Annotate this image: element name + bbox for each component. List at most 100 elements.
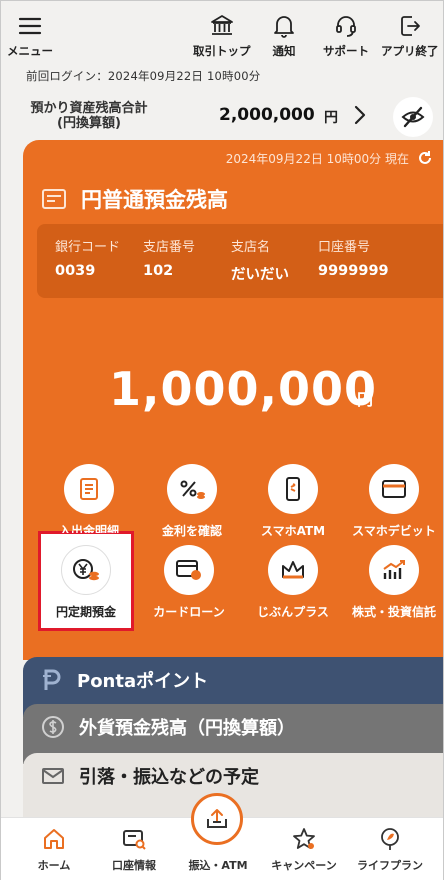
card-loan-circle bbox=[164, 545, 214, 595]
total-assets-label-line2: (円換算額) bbox=[57, 116, 121, 131]
card-loan-icon bbox=[176, 560, 201, 580]
nav-transfer-atm-label: 振込・ATM bbox=[188, 859, 248, 872]
transaction-history-button[interactable]: 入出金明細 bbox=[41, 464, 137, 539]
schedule-label: 引落・振込などの予定 bbox=[79, 767, 259, 788]
smartphone-debit-button[interactable]: スマホデビット bbox=[346, 464, 442, 539]
account-search-icon bbox=[123, 830, 146, 850]
smartphone-atm-circle bbox=[268, 464, 318, 514]
branch-no-label: 支店番号 bbox=[143, 240, 196, 255]
stocks-funds-label: 株式・投資信託 bbox=[351, 605, 436, 619]
branch-no-col: 支店番号 102 bbox=[143, 236, 195, 279]
card-loan-label: カードローン bbox=[153, 605, 225, 619]
nav-home-label: ホーム bbox=[37, 859, 71, 872]
percent-coin-icon bbox=[180, 480, 205, 499]
time-deposit-circle bbox=[61, 545, 111, 595]
transaction-history-label: 入出金明細 bbox=[58, 524, 119, 538]
exit-icon bbox=[400, 16, 420, 36]
statement-icon bbox=[80, 478, 98, 500]
envelope-icon bbox=[42, 768, 64, 784]
yen-coin-icon bbox=[73, 559, 99, 581]
fx-row: 外貨預金残高（円換算額） bbox=[41, 714, 295, 740]
total-assets-label: 預かり資産残高合計 (円換算額) bbox=[23, 101, 155, 131]
branch-name-value: だいだい bbox=[231, 267, 289, 283]
headset-icon bbox=[336, 16, 356, 37]
stocks-funds-circle bbox=[369, 545, 419, 595]
ponta-p-icon bbox=[43, 669, 61, 690]
chart-up-icon bbox=[383, 560, 405, 579]
hide-balance-button[interactable] bbox=[393, 97, 433, 137]
bank-icon bbox=[210, 15, 233, 35]
refresh-icon[interactable] bbox=[417, 150, 433, 166]
hamburger-icon bbox=[18, 17, 42, 35]
nav-life-plan-label: ライフプラン bbox=[357, 859, 423, 872]
notification-label: 通知 bbox=[272, 44, 296, 58]
menu-button[interactable]: メニュー bbox=[7, 13, 53, 59]
nav-account-info[interactable]: 口座情報 bbox=[89, 826, 179, 873]
balance-amount: 1,000,000 bbox=[109, 362, 377, 416]
smartphone-debit-circle bbox=[369, 464, 419, 514]
account-title: 円普通預金残高 bbox=[41, 184, 228, 214]
support-button[interactable]: サポート bbox=[323, 13, 369, 59]
nav-campaign-label: キャンペーン bbox=[271, 859, 337, 872]
transfer-atm-fab[interactable] bbox=[191, 793, 243, 845]
total-assets-label-line1: 預かり資産残高合計 bbox=[30, 101, 148, 116]
chevron-right-icon[interactable] bbox=[353, 105, 367, 125]
crown-icon bbox=[282, 561, 304, 579]
total-assets-amount: 2,000,000 bbox=[219, 105, 315, 125]
time-deposit-label: 円定期預金 bbox=[55, 605, 116, 619]
total-assets-unit: 円 bbox=[324, 110, 338, 126]
exit-app-label: アプリ終了 bbox=[381, 44, 439, 58]
ponta-label: Pontaポイント bbox=[77, 671, 209, 692]
branch-name-label: 支店名 bbox=[231, 240, 271, 255]
last-login-text: 前回ログイン：2024年09月22日 10時00分 bbox=[26, 69, 261, 83]
top-nav: メニュー 取引トップ 通知 サポート アプリ終了 bbox=[1, 1, 443, 65]
bank-code-col: 銀行コード 0039 bbox=[55, 236, 120, 279]
dollar-coin-icon bbox=[42, 716, 64, 738]
bell-icon bbox=[274, 16, 294, 38]
notification-button[interactable]: 通知 bbox=[271, 13, 297, 59]
jibun-plus-circle bbox=[268, 545, 318, 595]
menu-label: メニュー bbox=[7, 44, 53, 58]
phone-atm-icon bbox=[286, 477, 300, 501]
nav-life-plan[interactable]: ライフプラン bbox=[345, 826, 435, 873]
nav-home[interactable]: ホーム bbox=[9, 826, 99, 873]
support-label: サポート bbox=[323, 44, 369, 58]
jibun-plus-label: じぶんプラス bbox=[257, 605, 329, 619]
passbook-icon bbox=[42, 189, 66, 209]
card-loan-button[interactable]: カードローン bbox=[141, 545, 237, 620]
leaf-icon bbox=[381, 828, 399, 850]
balance-unit: 円 bbox=[357, 390, 374, 409]
torihiki-top-label: 取引トップ bbox=[193, 44, 251, 58]
transfer-box-icon bbox=[207, 809, 227, 828]
home-icon bbox=[44, 829, 64, 849]
branch-no-value: 102 bbox=[143, 263, 174, 279]
exit-app-button[interactable]: アプリ終了 bbox=[381, 13, 439, 59]
time-deposit-button[interactable]: 円定期預金 bbox=[38, 545, 134, 620]
torihiki-top-button[interactable]: 取引トップ bbox=[193, 13, 251, 59]
smartphone-atm-button[interactable]: スマホATM bbox=[245, 464, 341, 539]
check-rate-button[interactable]: 金利を確認 bbox=[144, 464, 240, 539]
branch-name-col: 支店名 だいだい bbox=[231, 236, 289, 284]
schedule-row: 引落・振込などの予定 bbox=[41, 763, 259, 789]
nav-account-info-label: 口座情報 bbox=[112, 859, 156, 872]
smartphone-atm-label: スマホATM bbox=[260, 524, 326, 538]
card-icon bbox=[382, 480, 406, 498]
jibun-plus-button[interactable]: じぶんプラス bbox=[245, 545, 341, 620]
balance-date: 2024年09月22日 10時00分 現在 bbox=[225, 152, 409, 166]
account-title-text: 円普通預金残高 bbox=[81, 188, 228, 212]
account-no-label: 口座番号 bbox=[318, 240, 371, 255]
account-no-value: 9999999 bbox=[318, 263, 389, 279]
nav-campaign[interactable]: キャンペーン bbox=[259, 826, 349, 873]
ponta-row: Pontaポイント bbox=[41, 667, 208, 693]
stocks-funds-button[interactable]: 株式・投資信託 bbox=[346, 545, 442, 620]
smartphone-debit-label: スマホデビット bbox=[352, 524, 436, 538]
check-rate-circle bbox=[167, 464, 217, 514]
eye-off-icon bbox=[401, 106, 425, 128]
bank-code-label: 銀行コード bbox=[55, 240, 121, 255]
check-rate-label: 金利を確認 bbox=[161, 524, 222, 538]
total-assets-row[interactable]: 預かり資産残高合計 (円換算額) 2,000,000 円 bbox=[23, 97, 433, 137]
bank-code-value: 0039 bbox=[55, 263, 96, 279]
fx-label: 外貨預金残高（円換算額） bbox=[79, 718, 295, 739]
transaction-history-circle bbox=[64, 464, 114, 514]
account-info-box: 銀行コード 0039 支店番号 102 支店名 だいだい 口座番号 999999… bbox=[37, 224, 443, 298]
